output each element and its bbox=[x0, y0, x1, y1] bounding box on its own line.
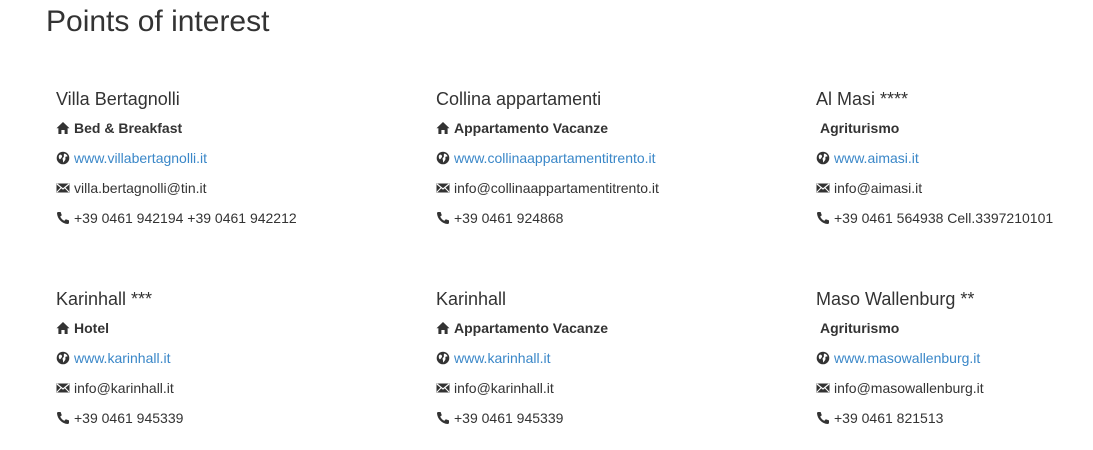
poi-name: Al Masi **** bbox=[816, 89, 909, 109]
home-icon bbox=[56, 321, 70, 335]
poi-email: info@masowallenburg.it bbox=[816, 379, 984, 397]
poi-email: info@karinhall.it bbox=[56, 379, 174, 397]
phone-icon bbox=[56, 211, 70, 225]
poi-type: Bed & Breakfast bbox=[56, 119, 182, 137]
poi-card: Collina appartamenti Appartamento Vacanz… bbox=[436, 88, 776, 226]
poi-phone: +39 0461 924868 bbox=[436, 209, 563, 227]
poi-email: info@collinaappartamentitrento.it bbox=[436, 179, 659, 197]
poi-type-label: Appartamento Vacanze bbox=[454, 120, 609, 136]
poi-name: Collina appartamenti bbox=[436, 89, 602, 109]
page-title: Points of interest bbox=[46, 5, 270, 38]
poi-card: Al Masi **** Agriturismo www.aimasi.it i… bbox=[816, 88, 1093, 226]
poi-email: info@karinhall.it bbox=[436, 379, 554, 397]
poi-name: Maso Wallenburg ** bbox=[816, 289, 975, 309]
poi-type-label: Hotel bbox=[74, 320, 109, 336]
poi-card: Karinhall Appartamento Vacanze www.karin… bbox=[436, 288, 776, 426]
poi-website-link[interactable]: www.karinhall.it bbox=[454, 350, 550, 366]
globe-icon bbox=[436, 351, 450, 365]
poi-phone: +39 0461 945339 bbox=[56, 409, 183, 427]
home-icon bbox=[56, 121, 70, 135]
poi-email-text: info@karinhall.it bbox=[74, 380, 174, 396]
envelope-icon bbox=[56, 381, 70, 395]
phone-icon bbox=[816, 211, 830, 225]
globe-icon bbox=[56, 151, 70, 165]
poi-type: Appartamento Vacanze bbox=[436, 119, 608, 137]
poi-email-text: info@masowallenburg.it bbox=[834, 380, 984, 396]
phone-icon bbox=[436, 211, 450, 225]
poi-website-link[interactable]: www.collinaappartamentitrento.it bbox=[454, 150, 656, 166]
globe-icon bbox=[816, 351, 830, 365]
poi-email-text: info@collinaappartamentitrento.it bbox=[454, 180, 659, 196]
poi-phone-text: +39 0461 924868 bbox=[454, 210, 564, 226]
poi-type: Agriturismo bbox=[816, 319, 899, 337]
poi-type: Hotel bbox=[56, 319, 109, 337]
globe-icon bbox=[436, 151, 450, 165]
poi-email-text: info@aimasi.it bbox=[834, 180, 923, 196]
poi-website-link[interactable]: www.villabertagnolli.it bbox=[74, 150, 207, 166]
poi-phone: +39 0461 821513 bbox=[816, 409, 943, 427]
globe-icon bbox=[816, 151, 830, 165]
poi-card: Karinhall *** Hotel www.karinhall.it inf… bbox=[56, 288, 396, 426]
poi-name: Karinhall bbox=[436, 289, 507, 309]
poi-website: www.collinaappartamentitrento.it bbox=[436, 149, 656, 167]
poi-website-link[interactable]: www.aimasi.it bbox=[834, 150, 919, 166]
envelope-icon bbox=[56, 181, 70, 195]
poi-website: www.masowallenburg.it bbox=[816, 349, 980, 367]
poi-phone: +39 0461 945339 bbox=[436, 409, 563, 427]
envelope-icon bbox=[436, 181, 450, 195]
envelope-icon bbox=[816, 181, 830, 195]
poi-email-text: info@karinhall.it bbox=[454, 380, 554, 396]
poi-name: Villa Bertagnolli bbox=[56, 89, 180, 109]
poi-phone: +39 0461 564938 Cell.3397210101 bbox=[816, 209, 1053, 227]
poi-website: www.karinhall.it bbox=[56, 349, 170, 367]
poi-email-text: villa.bertagnolli@tin.it bbox=[74, 180, 207, 196]
home-icon bbox=[436, 121, 450, 135]
poi-website: www.aimasi.it bbox=[816, 149, 919, 167]
poi-type-label: Bed & Breakfast bbox=[74, 120, 183, 136]
phone-icon bbox=[816, 411, 830, 425]
poi-type: Appartamento Vacanze bbox=[436, 319, 608, 337]
poi-type-label: Agriturismo bbox=[820, 320, 900, 336]
poi-email: villa.bertagnolli@tin.it bbox=[56, 179, 207, 197]
globe-icon bbox=[56, 351, 70, 365]
poi-website-link[interactable]: www.masowallenburg.it bbox=[834, 350, 980, 366]
poi-type-label: Appartamento Vacanze bbox=[454, 320, 609, 336]
poi-email: info@aimasi.it bbox=[816, 179, 922, 197]
poi-phone-text: +39 0461 942194 +39 0461 942212 bbox=[74, 210, 297, 226]
poi-website: www.villabertagnolli.it bbox=[56, 149, 207, 167]
poi-phone-text: +39 0461 821513 bbox=[834, 410, 944, 426]
phone-icon bbox=[436, 411, 450, 425]
envelope-icon bbox=[436, 381, 450, 395]
points-of-interest-page: Points of interest Villa Bertagnolli Bed… bbox=[0, 0, 1093, 450]
poi-name: Karinhall *** bbox=[56, 289, 153, 309]
envelope-icon bbox=[816, 381, 830, 395]
poi-phone-text: +39 0461 945339 bbox=[454, 410, 564, 426]
poi-phone: +39 0461 942194 +39 0461 942212 bbox=[56, 209, 297, 227]
phone-icon bbox=[56, 411, 70, 425]
poi-card: Maso Wallenburg ** Agriturismo www.masow… bbox=[816, 288, 1093, 426]
poi-website-link[interactable]: www.karinhall.it bbox=[74, 350, 170, 366]
poi-type: Agriturismo bbox=[816, 119, 899, 137]
poi-card: Villa Bertagnolli Bed & Breakfast www.vi… bbox=[56, 88, 396, 226]
home-icon bbox=[436, 321, 450, 335]
poi-type-label: Agriturismo bbox=[820, 120, 900, 136]
poi-phone-text: +39 0461 945339 bbox=[74, 410, 184, 426]
poi-phone-text: +39 0461 564938 Cell.3397210101 bbox=[834, 210, 1054, 226]
poi-website: www.karinhall.it bbox=[436, 349, 550, 367]
